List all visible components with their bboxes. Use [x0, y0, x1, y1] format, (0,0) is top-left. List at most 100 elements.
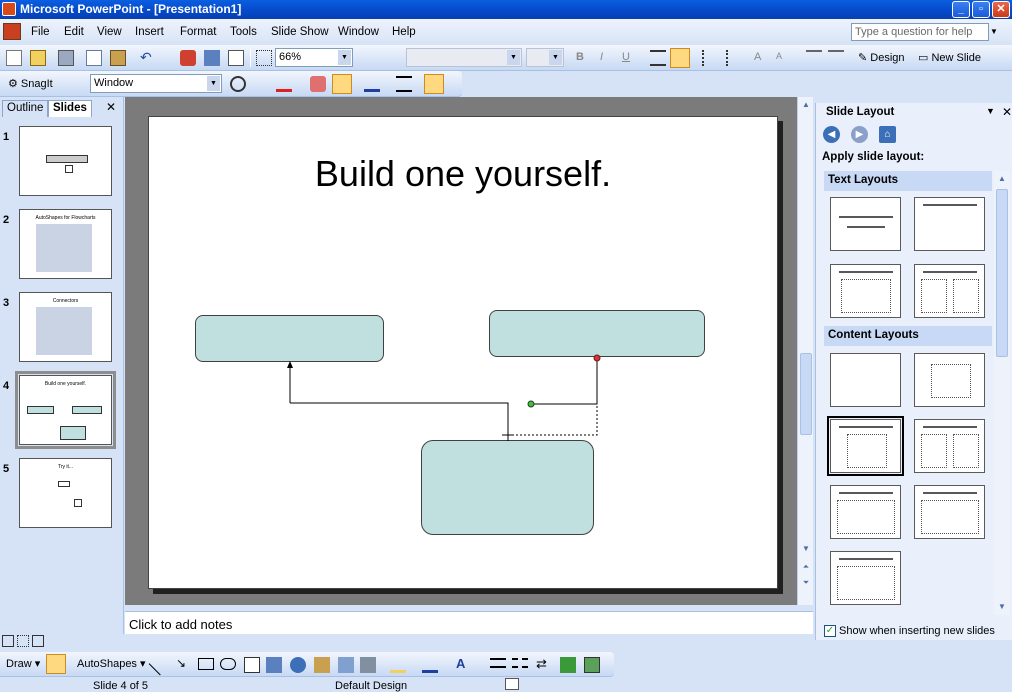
increase-font-icon[interactable]: A: [754, 51, 761, 63]
eraser-icon[interactable]: [310, 76, 326, 92]
underline-button[interactable]: U: [622, 51, 630, 63]
snagit-button[interactable]: ⚙ SnagIt: [8, 77, 53, 90]
new-slide-button[interactable]: ▭ New Slide: [918, 51, 981, 64]
home-icon[interactable]: ⌂: [879, 126, 896, 143]
picture-icon[interactable]: [338, 657, 354, 673]
chevron-down-icon[interactable]: ▼: [507, 50, 520, 65]
previous-slide-icon[interactable]: ⏶: [798, 559, 814, 575]
document-menu-icon[interactable]: [3, 23, 21, 40]
format-painter-icon[interactable]: [180, 50, 196, 66]
print-icon[interactable]: [58, 50, 74, 66]
new-icon[interactable]: [6, 50, 22, 66]
undo-icon[interactable]: ↶: [140, 50, 156, 66]
line-style-icon[interactable]: [490, 658, 506, 668]
layout-content[interactable]: [914, 353, 985, 407]
decrease-font-icon[interactable]: A: [776, 51, 782, 61]
show-layout-checkbox[interactable]: ✓: [824, 625, 836, 637]
grid-icon[interactable]: [256, 50, 272, 66]
diagram-icon[interactable]: [290, 657, 306, 673]
select-objects-button[interactable]: [46, 654, 66, 674]
chevron-down-icon[interactable]: ▼: [338, 50, 351, 65]
connector-lines[interactable]: [149, 117, 779, 590]
layout-title-two-content[interactable]: [914, 419, 985, 473]
scroll-up-icon[interactable]: ▲: [798, 97, 814, 113]
dash-style-icon[interactable]: [512, 658, 528, 668]
chevron-down-icon[interactable]: ▼: [207, 76, 220, 91]
scroll-down-icon[interactable]: ▼: [994, 599, 1010, 615]
shadow-style-icon[interactable]: [560, 657, 576, 673]
help-dropdown-icon[interactable]: ▼: [990, 27, 998, 36]
clip-art-icon[interactable]: [314, 657, 330, 673]
menu-view[interactable]: View: [97, 26, 122, 38]
next-slide-icon[interactable]: ⏷: [798, 575, 814, 591]
normal-view-icon[interactable]: [2, 635, 14, 647]
text-box-icon[interactable]: [244, 657, 260, 673]
rectangle-icon[interactable]: [198, 658, 214, 670]
back-icon[interactable]: ◀: [823, 126, 840, 143]
slide-thumbnail-2[interactable]: AutoShapes for Flowcharts: [19, 209, 112, 279]
slide-canvas[interactable]: Build one yourself.: [148, 116, 778, 589]
tab-slides[interactable]: Slides: [48, 100, 92, 117]
menu-edit[interactable]: Edit: [64, 26, 84, 38]
powerpoint-app-icon[interactable]: [2, 2, 16, 16]
minimize-button[interactable]: _: [952, 1, 970, 18]
close-icon[interactable]: ✕: [1002, 105, 1012, 119]
window-combo[interactable]: Window ▼: [90, 74, 222, 93]
task-pane-scrollbar[interactable]: ▲ ▼: [994, 171, 1010, 615]
menu-format[interactable]: Format: [180, 26, 216, 38]
menu-file[interactable]: File: [31, 26, 50, 38]
layout-title-content-two[interactable]: [830, 485, 901, 539]
layout-title-only[interactable]: [914, 197, 985, 251]
layout-blank[interactable]: [830, 353, 901, 407]
signature-icon[interactable]: [360, 657, 376, 673]
copy-icon[interactable]: [86, 50, 102, 66]
slide-sorter-view-icon[interactable]: [17, 635, 29, 647]
line-color-icon[interactable]: [422, 657, 438, 673]
font-color-icon[interactable]: A: [456, 656, 465, 671]
compass-icon[interactable]: [230, 76, 246, 92]
forward-icon[interactable]: ▶: [851, 126, 868, 143]
chevron-down-icon[interactable]: ▼: [549, 50, 562, 65]
notes-pane[interactable]: Click to add notes: [125, 611, 813, 634]
scroll-thumb[interactable]: [800, 353, 812, 435]
maximize-button[interactable]: ▫: [972, 1, 990, 18]
italic-button[interactable]: I: [600, 51, 603, 63]
autoshapes-menu-button[interactable]: AutoShapes ▾: [77, 657, 146, 670]
font-combo[interactable]: ▼: [406, 48, 522, 67]
open-icon[interactable]: [30, 50, 46, 66]
slide-thumbnail-5[interactable]: Try it...: [19, 458, 112, 528]
wordart-icon[interactable]: [266, 657, 282, 673]
slide-thumbnail-1[interactable]: [19, 126, 112, 196]
menu-window[interactable]: Window: [338, 26, 379, 38]
ink-color-icon[interactable]: [364, 76, 380, 92]
help-search-input[interactable]: Type a question for help: [851, 23, 989, 41]
menu-tools[interactable]: Tools: [230, 26, 257, 38]
layout-title-two-content-stacked[interactable]: [914, 485, 985, 539]
close-window-button[interactable]: ✕: [992, 1, 1010, 18]
line-icon[interactable]: [148, 652, 172, 676]
table-icon[interactable]: [228, 50, 244, 66]
arrow-style-icon[interactable]: ⇄: [536, 656, 552, 672]
align-left-icon[interactable]: [650, 50, 666, 66]
slide-thumbnail-4[interactable]: Build one yourself.: [15, 371, 116, 449]
layout-two-column-text[interactable]: [914, 264, 985, 318]
layout-title-text[interactable]: [830, 264, 901, 318]
scroll-thumb[interactable]: [996, 189, 1008, 357]
font-size-combo[interactable]: ▼: [526, 48, 564, 67]
arrow-icon[interactable]: ↘: [176, 656, 192, 672]
layout-title-content[interactable]: [827, 416, 904, 476]
numbering-icon[interactable]: [702, 50, 718, 66]
fill-color-icon[interactable]: [390, 657, 406, 673]
pen-color-icon[interactable]: [276, 76, 292, 92]
menu-insert[interactable]: Insert: [135, 26, 164, 38]
select-pointer-button[interactable]: [332, 74, 352, 94]
editor-scrollbar[interactable]: ▲ ▼ ⏶ ⏷: [797, 97, 813, 605]
layout-title-four-content[interactable]: [830, 551, 901, 605]
chart-icon[interactable]: [204, 50, 220, 66]
slide-show-view-icon[interactable]: [32, 635, 44, 647]
bold-button[interactable]: B: [576, 51, 584, 63]
decrease-indent-icon[interactable]: [806, 50, 822, 66]
chevron-down-icon[interactable]: ▼: [986, 106, 995, 116]
tab-outline[interactable]: Outline: [2, 100, 49, 117]
bullets-icon[interactable]: [726, 50, 742, 66]
